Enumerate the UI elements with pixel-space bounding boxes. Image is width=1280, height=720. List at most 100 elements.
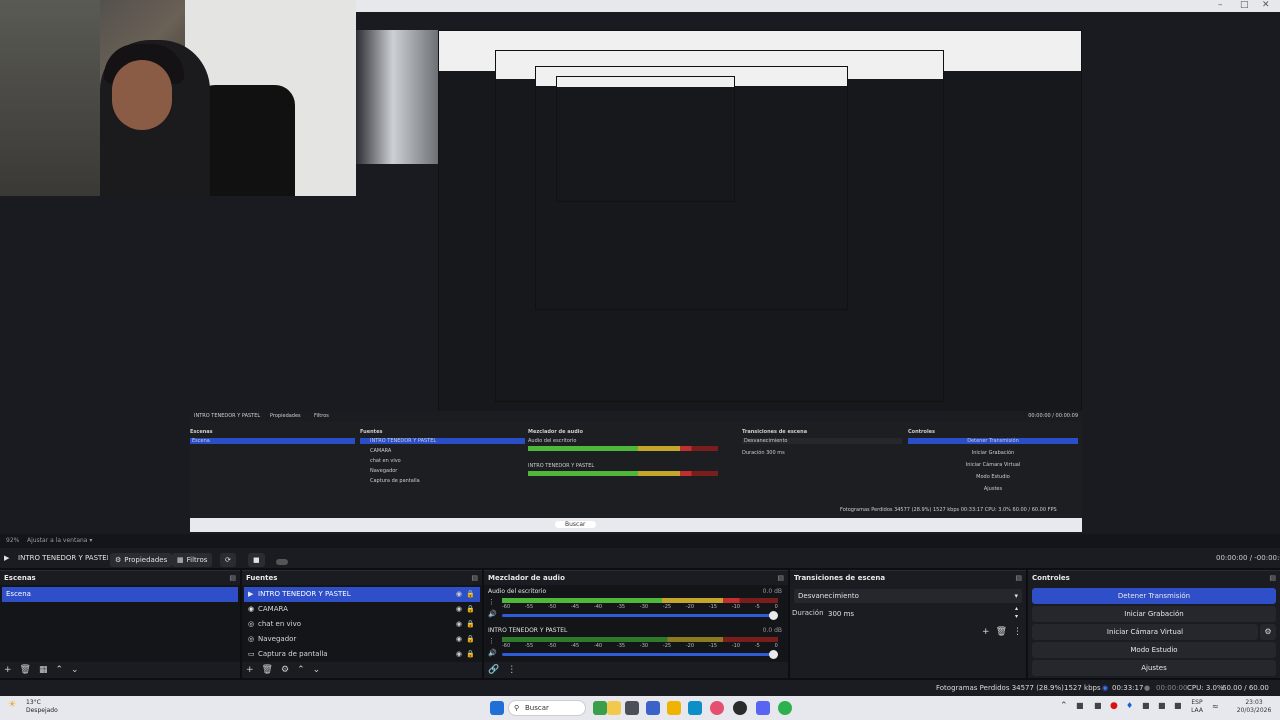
play-media-button[interactable]: ▶ bbox=[4, 548, 9, 568]
speaker-icon[interactable]: 🔊 bbox=[488, 649, 497, 657]
source-item[interactable]: ◎ Navegador ◉ 🔒 bbox=[244, 632, 480, 647]
spin-arrows-icon[interactable]: ▴ ▾ bbox=[1015, 605, 1018, 621]
nested-source-item: Navegador bbox=[370, 468, 398, 474]
start-recording-button[interactable]: Iniciar Grabación bbox=[1032, 606, 1276, 622]
camera-icon: ◉ bbox=[248, 605, 255, 613]
app-icon[interactable] bbox=[607, 701, 621, 715]
tray-icon[interactable]: ■ bbox=[1076, 701, 1084, 710]
weather-widget[interactable]: ☀ 13°C Despejado bbox=[8, 699, 58, 715]
wifi-icon[interactable]: ≈ bbox=[1212, 702, 1219, 711]
tray-icon[interactable]: ■ bbox=[1094, 701, 1102, 710]
dock-float-icon[interactable]: ▤ bbox=[777, 571, 784, 585]
scenes-dock: Escenas ▤ Escena + 🗑 ▦ ⌃ ⌄ bbox=[0, 570, 240, 678]
maximize-icon: □ bbox=[1240, 0, 1249, 10]
dock-float-icon[interactable]: ▤ bbox=[229, 571, 236, 585]
virtual-camera-settings-button[interactable]: ⚙ bbox=[1260, 624, 1276, 640]
tray-icon[interactable]: ■ bbox=[1174, 701, 1182, 710]
studio-mode-button[interactable]: Modo Estudio bbox=[1032, 642, 1276, 658]
kebab-menu-icon[interactable]: ⋮ bbox=[1013, 627, 1022, 637]
clock[interactable]: 23:03 20/03/2026 bbox=[1232, 699, 1276, 715]
start-virtual-camera-button[interactable]: Iniciar Cámara Virtual bbox=[1032, 624, 1258, 640]
app-icon[interactable] bbox=[625, 701, 639, 715]
volume-knob[interactable] bbox=[769, 650, 778, 659]
trash-icon[interactable]: 🗑 bbox=[20, 665, 31, 675]
zoom-label[interactable]: 92% bbox=[6, 537, 19, 544]
eye-icon[interactable]: ◉ bbox=[456, 587, 462, 602]
obs-icon[interactable] bbox=[733, 701, 747, 715]
whatsapp-icon[interactable] bbox=[778, 701, 792, 715]
link-icon[interactable]: 🔗 bbox=[488, 665, 499, 675]
channel-name: INTRO TENEDOR Y PASTEL bbox=[488, 627, 568, 634]
opera-icon[interactable] bbox=[710, 701, 724, 715]
eye-icon[interactable]: ◉ bbox=[456, 617, 462, 632]
search-label: Buscar bbox=[525, 704, 549, 712]
volume-slider[interactable] bbox=[502, 611, 778, 620]
restart-media-button[interactable]: ⟳ bbox=[220, 552, 236, 567]
tray-icon[interactable]: ■ bbox=[1142, 701, 1150, 710]
kebab-menu-icon[interactable]: ⋮ bbox=[488, 637, 495, 645]
volume-knob[interactable] bbox=[769, 611, 778, 620]
nested-clock: 00:33:17 bbox=[960, 507, 984, 513]
move-up-icon[interactable]: ⌃ bbox=[297, 665, 305, 675]
media-seek-slider[interactable] bbox=[276, 558, 288, 565]
kebab-menu-icon[interactable]: ⋮ bbox=[488, 598, 495, 606]
fit-window-label[interactable]: Ajustar a la ventana bbox=[27, 537, 88, 544]
app-icon[interactable] bbox=[646, 701, 660, 715]
add-icon[interactable]: + bbox=[246, 665, 254, 675]
stop-media-button[interactable]: ■ bbox=[248, 552, 265, 567]
nested-duration: Duración bbox=[742, 450, 765, 456]
settings-button[interactable]: Ajustes bbox=[1032, 660, 1276, 676]
edge-icon[interactable] bbox=[688, 701, 702, 715]
speaker-icon[interactable]: 🔊 bbox=[488, 610, 497, 618]
move-down-icon[interactable]: ⌄ bbox=[71, 665, 79, 675]
dock-float-icon[interactable]: ▤ bbox=[471, 571, 478, 585]
dock-float-icon[interactable]: ▤ bbox=[1269, 571, 1276, 585]
stream-icon: ◉ bbox=[1102, 684, 1109, 692]
kebab-menu-icon[interactable]: ⋮ bbox=[507, 665, 516, 675]
bluetooth-icon[interactable]: ♦ bbox=[1126, 701, 1133, 710]
trash-icon[interactable]: 🗑 bbox=[262, 665, 273, 675]
move-down-icon[interactable]: ⌄ bbox=[313, 665, 321, 675]
discord-icon[interactable] bbox=[756, 701, 770, 715]
transition-select[interactable]: Desvanecimiento ▾ bbox=[794, 589, 1022, 603]
source-item[interactable]: ◉ CAMARA ◉ 🔒 bbox=[244, 602, 480, 617]
app-icon[interactable] bbox=[593, 701, 607, 715]
volume-slider[interactable] bbox=[502, 650, 778, 659]
filters-button[interactable]: ▦ Filtros bbox=[172, 552, 213, 567]
duration-spinbox[interactable]: 300 ms ▴ ▾ bbox=[824, 605, 1022, 621]
lock-icon[interactable]: 🔒 bbox=[466, 632, 475, 647]
windows-start-icon[interactable] bbox=[490, 701, 504, 715]
lock-icon[interactable]: 🔒 bbox=[466, 647, 475, 662]
lock-icon[interactable]: 🔒 bbox=[466, 602, 475, 617]
eye-icon[interactable]: ◉ bbox=[456, 632, 462, 647]
sources-list: ▶ INTRO TENEDOR Y PASTEL ◉ 🔒 ◉ CAMARA ◉ 🔒 ◎ c… bbox=[242, 585, 482, 662]
language-indicator[interactable]: ESP LAA bbox=[1188, 699, 1206, 715]
program-preview[interactable]: – □ ✕ INTRO TENEDOR Y PASTEL Propiedades… bbox=[0, 0, 1280, 534]
properties-button[interactable]: ⚙ Propiedades bbox=[110, 552, 173, 567]
eye-icon[interactable]: ◉ bbox=[456, 647, 462, 662]
chevron-down-icon[interactable]: ▾ bbox=[89, 537, 92, 544]
add-icon[interactable]: + bbox=[982, 627, 990, 637]
record-time: 00:00:00 bbox=[1156, 684, 1188, 692]
nested-window-titlebar: – □ ✕ bbox=[356, 0, 1280, 12]
gear-icon[interactable]: ⚙ bbox=[281, 665, 289, 675]
chevron-up-icon[interactable]: ⌃ bbox=[1060, 701, 1068, 711]
source-item[interactable]: ▶ INTRO TENEDOR Y PASTEL ◉ 🔒 bbox=[244, 587, 480, 602]
channel-db: 0.0 dB bbox=[762, 588, 782, 595]
scene-filter-icon[interactable]: ▦ bbox=[39, 665, 48, 675]
source-item[interactable]: ◎ chat en vivo ◉ 🔒 bbox=[244, 617, 480, 632]
taskbar-search[interactable]: ⚲ Buscar bbox=[508, 700, 586, 716]
dock-float-icon[interactable]: ▤ bbox=[1015, 571, 1022, 585]
tray-icon[interactable]: ● bbox=[1110, 701, 1118, 711]
tray-icon[interactable]: ■ bbox=[1158, 701, 1166, 710]
source-item[interactable]: ▭ Captura de pantalla ◉ 🔒 bbox=[244, 647, 480, 662]
add-icon[interactable]: + bbox=[4, 665, 12, 675]
stop-streaming-button[interactable]: Detener Transmisión bbox=[1032, 588, 1276, 604]
folder-icon[interactable] bbox=[667, 701, 681, 715]
lock-icon[interactable]: 🔒 bbox=[466, 617, 475, 632]
move-up-icon[interactable]: ⌃ bbox=[56, 665, 64, 675]
lock-icon[interactable]: 🔒 bbox=[466, 587, 475, 602]
scene-item[interactable]: Escena bbox=[2, 587, 238, 602]
eye-icon[interactable]: ◉ bbox=[456, 602, 462, 617]
trash-icon[interactable]: 🗑 bbox=[996, 627, 1007, 637]
